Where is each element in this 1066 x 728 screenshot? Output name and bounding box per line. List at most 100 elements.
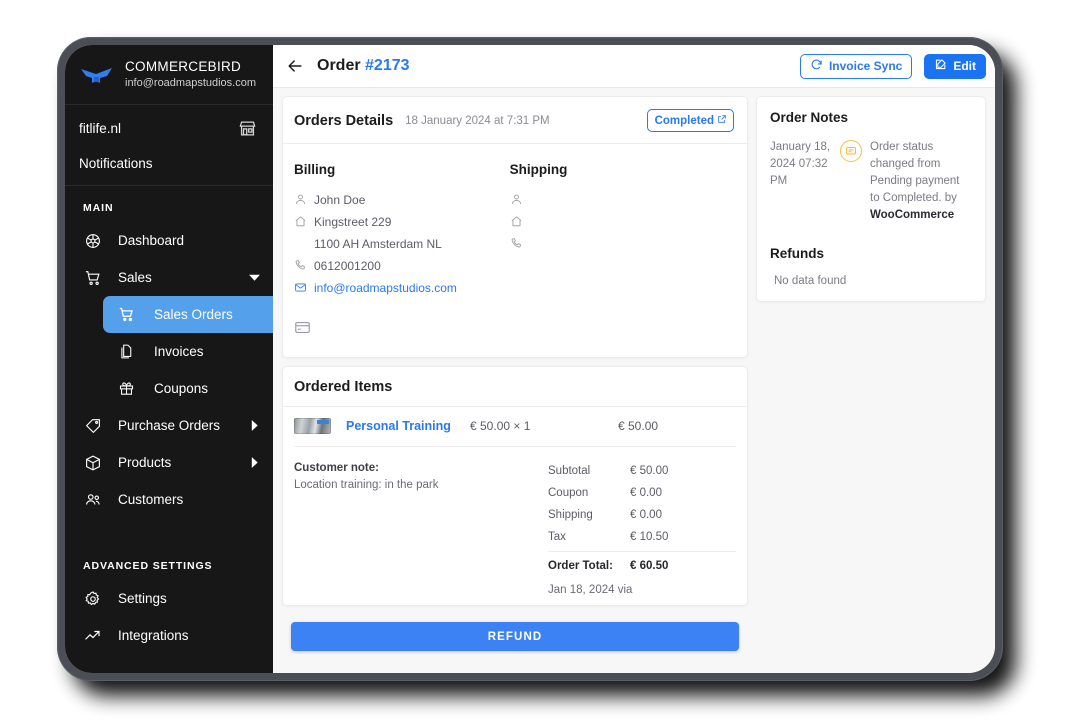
sidebar-group-products[interactable]: Products [65,444,273,481]
chevron-right-icon [248,456,261,469]
trending-up-icon [83,626,102,645]
billing-name-line: John Doe [294,191,510,209]
billing-city: 1100 AH Amsterdam NL [314,235,442,253]
cart-icon [83,268,102,287]
product-unit-price: € 50.00 × 1 [470,419,618,433]
device-screen: COMMERCEBIRD info@roadmapstudios.com fit… [65,45,995,673]
credit-card-icon [294,323,311,340]
refunds-empty-state: No data found [770,261,972,287]
store-selector[interactable]: fitlife.nl [65,105,273,151]
shipping-value: € 0.00 [630,509,662,521]
external-link-icon [717,114,727,127]
edit-button[interactable]: Edit [924,54,986,79]
person-icon [294,193,307,206]
sidebar-item-label: Coupons [154,381,261,396]
list-item: January 18, 2024 07:32 PM Order status c… [770,139,972,224]
sidebar-group-sales[interactable]: Sales [65,259,273,296]
sidebar-item-label: Invoices [154,344,261,359]
top-bar: Order #2173 Invoice Sync Edit [273,45,995,88]
sidebar-item-sales-orders[interactable]: Sales Orders [103,296,273,333]
sidebar-item-label: Products [118,455,232,470]
bird-logo-icon [79,63,115,87]
total-line-order-total: Order Total: € 60.50 [548,551,736,577]
sidebar-item-invoices[interactable]: Invoices [103,333,273,370]
sidebar-item-customers[interactable]: Customers [65,481,273,518]
invoice-sync-button[interactable]: Invoice Sync [800,54,912,79]
shipping-name-line [510,191,736,209]
shipping-column: Shipping [510,162,736,301]
sidebar-item-integrations[interactable]: Integrations [65,617,273,654]
sidebar-item-coupons[interactable]: Coupons [103,370,273,407]
sidebar-item-dashboard[interactable]: Dashboard [65,222,273,259]
ordered-items-rows: Personal Training € 50.00 × 1 € 50.00 [283,407,747,447]
note-message: Order status changed from Pending paymen… [870,141,960,204]
left-column: Orders Details 18 January 2024 at 7:31 P… [282,96,748,661]
billing-street-line: Kingstreet 229 [294,213,510,231]
billing-email[interactable]: info@roadmapstudios.com [314,279,457,297]
brand-email: info@roadmapstudios.com [125,76,256,90]
orders-details-title: Orders Details [294,113,393,129]
edit-square-icon [934,58,947,74]
page-title: Order #2173 [317,57,410,75]
billing-phone-line: 0612001200 [294,257,510,275]
billing-street: Kingstreet 229 [314,213,391,231]
sidebar-item-label: Sales Orders [154,307,261,322]
customer-note: Customer note: Location training: in the… [294,460,548,598]
status-badge[interactable]: Completed [647,109,734,132]
customer-note-title: Customer note: [294,460,548,477]
ordered-items-card: Ordered Items Personal Training € 50.00 … [282,366,748,606]
storefront-icon [238,119,257,138]
tax-value: € 10.50 [630,531,668,543]
sidebar-item-label: Integrations [118,628,261,643]
billing-title: Billing [294,162,510,177]
store-name: fitlife.nl [79,121,121,136]
table-row: Personal Training € 50.00 × 1 € 50.00 [294,407,736,447]
mail-icon [294,281,307,294]
refund-button-wrap: REFUND [282,614,748,661]
comment-icon [840,140,862,162]
brand-name: COMMERCEBIRD [125,59,256,76]
sidebar-item-label: Customers [118,492,261,507]
sidebar-item-label: Purchase Orders [118,418,232,433]
total-line-tax: Tax € 10.50 [548,526,736,548]
sidebar-group-purchase-orders[interactable]: Purchase Orders [65,407,273,444]
order-total-label: Order Total: [548,560,630,572]
total-line-shipping: Shipping € 0.00 [548,504,736,526]
product-line-total: € 50.00 [618,419,736,433]
refresh-icon [810,58,823,74]
billing-city-line: 1100 AH Amsterdam NL [294,235,510,253]
page-title-prefix: Order [317,57,361,74]
shipping-label: Shipping [548,509,630,521]
refund-button[interactable]: REFUND [291,622,739,651]
note-text: Order status changed from Pending paymen… [870,139,972,224]
sidebar-item-label: Settings [118,591,261,606]
notifications-label: Notifications [79,156,153,171]
back-arrow-icon[interactable] [285,56,305,76]
ordered-items-title: Ordered Items [294,379,392,395]
order-total-value: € 60.50 [630,560,668,572]
total-line-coupon: Coupon € 0.00 [548,482,736,504]
dashboard-icon [83,231,102,250]
sidebar-item-notifications[interactable]: Notifications [65,151,273,186]
right-column: Order Notes January 18, 2024 07:32 PM Or… [756,96,986,302]
chevron-right-icon [248,419,261,432]
box-icon [83,453,102,472]
billing-email-line: info@roadmapstudios.com [294,279,510,297]
sidebar-section-main: MAIN [65,186,273,222]
sidebar-item-settings[interactable]: Settings [65,580,273,617]
brand-header: COMMERCEBIRD info@roadmapstudios.com [65,45,273,105]
coupon-label: Coupon [548,487,630,499]
billing-column: Billing John Doe [294,162,510,301]
orders-details-card: Orders Details 18 January 2024 at 7:31 P… [282,96,748,358]
chevron-down-icon [248,271,261,284]
invoice-icon [117,342,136,361]
order-number: #2173 [365,57,410,74]
shipping-street-line [510,213,736,231]
product-name-link[interactable]: Personal Training [346,419,470,433]
totals-wrap: Customer note: Location training: in the… [283,447,747,605]
refunds-title: Refunds [770,246,972,261]
customer-note-text: Location training: in the park [294,477,548,494]
home-icon [294,215,307,228]
sidebar-item-label: Dashboard [118,233,261,248]
orders-details-header: Orders Details 18 January 2024 at 7:31 P… [283,97,747,144]
